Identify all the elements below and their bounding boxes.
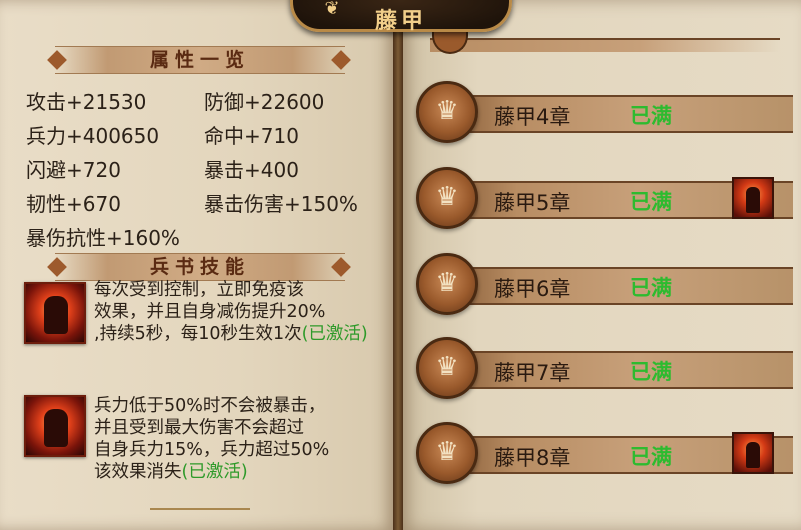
- berserker-avatar-icon[interactable]: [732, 432, 774, 474]
- chapter-status: 已满: [630, 104, 672, 128]
- chapter-name: 藤甲5章: [494, 191, 571, 215]
- berserker-portrait-icon[interactable]: [24, 395, 86, 457]
- game-window: 属性一览 攻击+21530 防御+22600 兵力+400650 命中+710 …: [0, 0, 801, 530]
- page-divider: [150, 508, 250, 530]
- rattan-armor-emblem-icon: ♛: [416, 337, 478, 399]
- crest-icon: ♛: [435, 182, 459, 212]
- crest-icon: ♛: [435, 268, 459, 298]
- skills-header: 兵书技能: [55, 253, 345, 281]
- chapter-status: 已满: [630, 360, 672, 384]
- rattan-armor-emblem-icon: ♛: [416, 81, 478, 143]
- warrior-avatar-icon[interactable]: [732, 177, 774, 219]
- rattan-armor-emblem-icon: ♛: [416, 253, 478, 315]
- stat-crit-resist: 暴伤抗性+160%: [26, 226, 180, 250]
- chapter-row-4[interactable]: ♛ 藤甲4章 已满: [408, 80, 793, 146]
- skill-1-line: ,持续5秒，每10秒生效1次(已激活): [94, 323, 386, 345]
- chapter-row-5[interactable]: ♛ 藤甲5章 已满: [408, 166, 793, 232]
- skills-header-label: 兵书技能: [149, 256, 250, 278]
- stat-attack: 攻击+21530: [26, 90, 147, 114]
- chapter-name: 藤甲7章: [494, 361, 571, 385]
- crest-icon: ♛: [435, 352, 459, 382]
- title-emblem-icon: ❦: [324, 0, 340, 19]
- crest-icon: ♛: [435, 96, 459, 126]
- chapter-row-7[interactable]: ♛ 藤甲7章 已满: [408, 336, 793, 402]
- skill-2-line: 该效果消失(已激活): [94, 461, 386, 483]
- book-spine: [393, 0, 403, 530]
- chapter-name: 藤甲6章: [494, 277, 571, 301]
- chapter-row-8[interactable]: ♛ 藤甲8章 已满: [408, 421, 793, 487]
- warrior-figure: [746, 187, 760, 213]
- stat-crit: 暴击+400: [204, 158, 299, 182]
- chapter-status: 已满: [630, 190, 672, 214]
- attributes-header: 属性一览: [55, 46, 345, 74]
- skill-1-description: 每次受到控制，立即免疫该 效果，并且自身减伤提升20% ,持续5秒，每10秒生效…: [94, 279, 386, 345]
- stat-accuracy: 命中+710: [204, 124, 299, 148]
- skill-1-line: 每次受到控制，立即免疫该: [94, 280, 304, 300]
- stat-troops: 兵力+400650: [26, 124, 160, 148]
- stat-crit-damage: 暴击伤害+150%: [204, 192, 358, 216]
- skill-2-line-text: 该效果消失: [94, 462, 182, 482]
- crest-icon: ♛: [435, 437, 459, 467]
- skill-1-line-text: ,持续5秒，每10秒生效1次: [94, 324, 302, 344]
- chapter-bar-partial: [430, 38, 780, 52]
- attributes-header-label: 属性一览: [149, 49, 250, 71]
- chapter-status: 已满: [630, 445, 672, 469]
- chapter-status: 已满: [630, 276, 672, 300]
- skill-2-description: 兵力低于50%时不会被暴击， 并且受到最大伤害不会超过 自身兵力15%，兵力超过…: [94, 395, 386, 483]
- skill-2-line: 自身兵力15%，兵力超过50%: [94, 440, 330, 460]
- skill-1-line: 效果，并且自身减伤提升20%: [94, 302, 326, 322]
- warrior-portrait-icon[interactable]: [24, 282, 86, 344]
- chapter-row-6[interactable]: ♛ 藤甲6章 已满: [408, 252, 793, 318]
- skill-2-status: (已激活): [181, 462, 248, 482]
- stat-evasion: 闪避+720: [26, 158, 121, 182]
- chapter-name: 藤甲8章: [494, 446, 571, 470]
- rattan-armor-emblem-icon: ♛: [416, 422, 478, 484]
- berserker-figure: [746, 442, 760, 468]
- rattan-armor-emblem-icon: ♛: [416, 167, 478, 229]
- stat-defense: 防御+22600: [204, 90, 325, 114]
- stat-tenacity: 韧性+670: [26, 192, 121, 216]
- skill-2-line: 并且受到最大伤害不会超过: [94, 418, 304, 438]
- berserker-figure: [44, 409, 68, 447]
- attributes-page: 属性一览 攻击+21530 防御+22600 兵力+400650 命中+710 …: [0, 0, 398, 530]
- skill-1-status: (已激活): [301, 324, 368, 344]
- chapter-name: 藤甲4章: [494, 105, 571, 129]
- skill-2-line: 兵力低于50%时不会被暴击，: [94, 396, 326, 416]
- warrior-figure: [44, 296, 68, 334]
